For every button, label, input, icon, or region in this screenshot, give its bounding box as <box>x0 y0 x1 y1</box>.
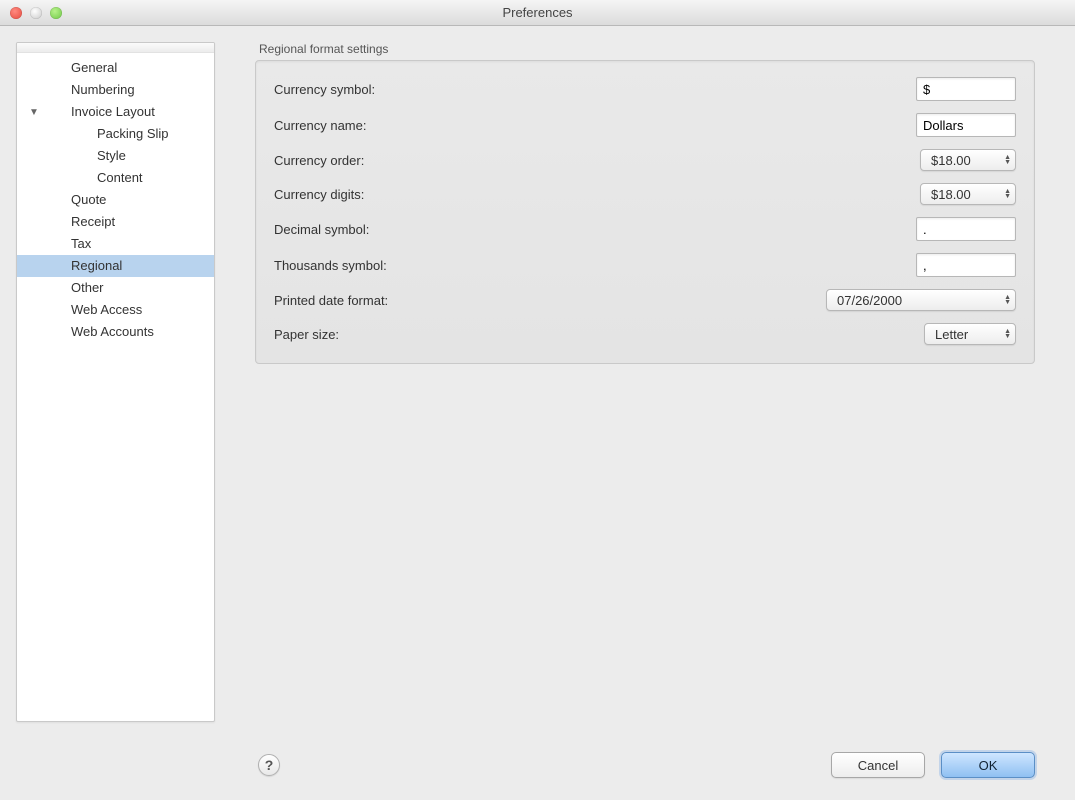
sidebar-item-style[interactable]: Style <box>17 145 214 167</box>
window-title: Preferences <box>0 5 1075 20</box>
sidebar-item-label: Invoice Layout <box>71 104 155 119</box>
currency-name-input[interactable] <box>916 113 1016 137</box>
sidebar-item-label: General <box>71 60 117 75</box>
sidebar-item-label: Web Accounts <box>71 324 154 339</box>
preferences-sidebar: General Numbering ▼ Invoice Layout Packi… <box>16 42 215 722</box>
sidebar-tree: General Numbering ▼ Invoice Layout Packi… <box>17 53 214 347</box>
sidebar-item-content[interactable]: Content <box>17 167 214 189</box>
sidebar-item-label: Quote <box>71 192 106 207</box>
sidebar-item-regional[interactable]: Regional <box>17 255 214 277</box>
zoom-window-button[interactable] <box>50 7 62 19</box>
sidebar-item-numbering[interactable]: Numbering <box>17 79 214 101</box>
currency-symbol-input[interactable] <box>916 77 1016 101</box>
currency-symbol-label: Currency symbol: <box>274 82 375 97</box>
sidebar-item-label: Content <box>97 170 143 185</box>
select-value: Letter <box>935 327 968 342</box>
currency-order-select[interactable]: $18.00 ▲▼ <box>920 149 1016 171</box>
thousands-symbol-input[interactable] <box>916 253 1016 277</box>
dialog-footer: ? Cancel OK <box>0 740 1075 790</box>
regional-settings-group: Currency symbol: Currency name: Currency… <box>255 60 1035 364</box>
stepper-arrows-icon: ▲▼ <box>1004 189 1011 199</box>
paper-size-select[interactable]: Letter ▲▼ <box>924 323 1016 345</box>
sidebar-item-quote[interactable]: Quote <box>17 189 214 211</box>
currency-name-label: Currency name: <box>274 118 366 133</box>
window-controls <box>0 7 62 19</box>
ok-button[interactable]: OK <box>941 752 1035 778</box>
group-title: Regional format settings <box>255 42 1035 56</box>
disclosure-triangle-icon[interactable]: ▼ <box>29 104 39 122</box>
sidebar-item-label: Style <box>97 148 126 163</box>
select-value: $18.00 <box>931 153 971 168</box>
sidebar-item-invoice-layout[interactable]: ▼ Invoice Layout <box>17 101 214 123</box>
cancel-button[interactable]: Cancel <box>831 752 925 778</box>
close-window-button[interactable] <box>10 7 22 19</box>
sidebar-item-general[interactable]: General <box>17 57 214 79</box>
select-value: 07/26/2000 <box>837 293 902 308</box>
currency-digits-label: Currency digits: <box>274 187 364 202</box>
sidebar-item-label: Web Access <box>71 302 142 317</box>
help-button[interactable]: ? <box>258 754 280 776</box>
stepper-arrows-icon: ▲▼ <box>1004 329 1011 339</box>
decimal-symbol-input[interactable] <box>916 217 1016 241</box>
thousands-symbol-label: Thousands symbol: <box>274 258 387 273</box>
currency-order-label: Currency order: <box>274 153 364 168</box>
sidebar-item-label: Numbering <box>71 82 135 97</box>
titlebar: Preferences <box>0 0 1075 26</box>
sidebar-item-packing-slip[interactable]: Packing Slip <box>17 123 214 145</box>
sidebar-item-label: Packing Slip <box>97 126 169 141</box>
stepper-arrows-icon: ▲▼ <box>1004 295 1011 305</box>
paper-size-label: Paper size: <box>274 327 339 342</box>
sidebar-item-label: Tax <box>71 236 91 251</box>
select-value: $18.00 <box>931 187 971 202</box>
sidebar-item-receipt[interactable]: Receipt <box>17 211 214 233</box>
sidebar-item-label: Regional <box>71 258 122 273</box>
minimize-window-button[interactable] <box>30 7 42 19</box>
date-format-label: Printed date format: <box>274 293 388 308</box>
help-icon: ? <box>265 757 274 773</box>
currency-digits-select[interactable]: $18.00 ▲▼ <box>920 183 1016 205</box>
date-format-select[interactable]: 07/26/2000 ▲▼ <box>826 289 1016 311</box>
decimal-symbol-label: Decimal symbol: <box>274 222 369 237</box>
sidebar-item-label: Receipt <box>71 214 115 229</box>
sidebar-item-web-accounts[interactable]: Web Accounts <box>17 321 214 343</box>
sidebar-item-web-access[interactable]: Web Access <box>17 299 214 321</box>
sidebar-item-label: Other <box>71 280 104 295</box>
sidebar-header <box>17 43 214 53</box>
stepper-arrows-icon: ▲▼ <box>1004 155 1011 165</box>
sidebar-item-other[interactable]: Other <box>17 277 214 299</box>
sidebar-item-tax[interactable]: Tax <box>17 233 214 255</box>
